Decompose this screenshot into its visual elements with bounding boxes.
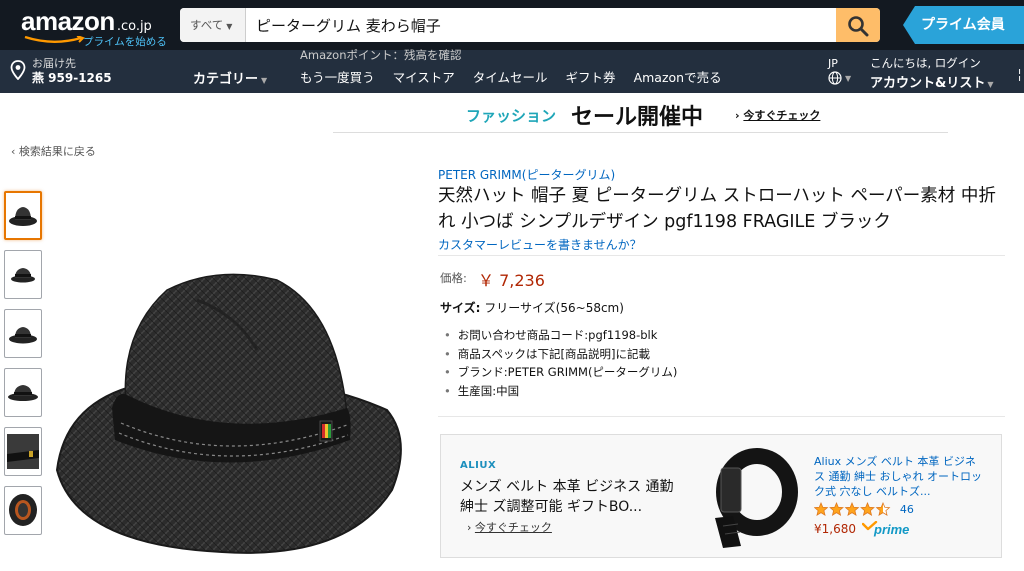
account-lists-label: アカウント&リスト bbox=[870, 76, 986, 91]
ad-brand-label: ALIUX bbox=[460, 460, 497, 471]
ad-check-link[interactable]: › 今すぐチェック bbox=[467, 519, 552, 535]
hat-thumbnail-image bbox=[9, 327, 37, 344]
fashion-sale-promo[interactable]: ファッション セール開催中 › 今すぐチェック bbox=[333, 96, 948, 133]
logo-tld: .co.jp bbox=[116, 19, 152, 34]
search-input[interactable] bbox=[246, 8, 836, 42]
size-info: サイズ: フリーサイズ(56~58cm) bbox=[440, 299, 624, 316]
search-button[interactable] bbox=[836, 8, 880, 42]
chevron-down-icon: ▼ bbox=[261, 76, 268, 85]
chevron-down-icon: ▼ bbox=[226, 22, 233, 31]
nav-overflow-icon[interactable]: ╎ bbox=[1016, 68, 1023, 82]
write-review-link[interactable]: カスタマーレビューを書きませんか？ bbox=[438, 236, 642, 253]
promo-fashion-label: ファッション bbox=[466, 107, 557, 125]
category-label: カテゴリー bbox=[193, 72, 259, 87]
promo-sale-label: セール開催中 bbox=[571, 105, 704, 130]
globe-icon bbox=[828, 71, 842, 85]
amazon-logo[interactable]: amazon .co.jp プライムを始める bbox=[21, 6, 167, 48]
language-selector[interactable]: JP ▼ bbox=[828, 57, 851, 85]
prime-start-link[interactable]: プライムを始める bbox=[83, 34, 167, 49]
star-rating-icon bbox=[814, 502, 891, 516]
chevron-down-icon: ▼ bbox=[845, 74, 852, 83]
promo-check-label: 今すぐチェック bbox=[743, 109, 821, 122]
nav-link-buy-again[interactable]: もう一度買う bbox=[300, 67, 375, 86]
sponsored-ad[interactable]: ALIUX メンズ ベルト 本革 ビジネス 通勤 紳士 ズ調整可能 ギフトBO.… bbox=[440, 434, 1002, 558]
nav-links: もう一度買う マイストア タイムセール ギフト券 Amazonで売る bbox=[300, 67, 740, 86]
chevron-right-icon: › bbox=[467, 521, 472, 534]
list-item: 商品スペックは下記[商品説明]に記載 bbox=[444, 345, 677, 364]
category-menu[interactable]: カテゴリー ▼ bbox=[193, 68, 267, 87]
thumbnail-2[interactable] bbox=[4, 250, 42, 299]
ad-rating[interactable]: 46 bbox=[814, 502, 914, 517]
language-label: JP bbox=[828, 57, 838, 70]
size-value: フリーサイズ(56~58cm) bbox=[484, 301, 624, 315]
prime-badge-label: prime bbox=[873, 522, 909, 537]
account-menu[interactable]: こんにちは, ログイン アカウント&リスト ▼ bbox=[870, 55, 994, 91]
belt-product-image[interactable] bbox=[713, 448, 798, 548]
list-item: 生産国:中国 bbox=[444, 382, 677, 401]
product-bullets: お問い合わせ商品コード:pgf1198-blk 商品スペックは下記[商品説明]に… bbox=[444, 326, 678, 401]
search-icon bbox=[848, 16, 869, 37]
nav-link-sell[interactable]: Amazonで売る bbox=[634, 67, 722, 86]
hat-thumbnail-image bbox=[8, 385, 38, 401]
search-category-select[interactable]: すべて ▼ bbox=[180, 8, 246, 42]
promo-check-link[interactable]: › 今すぐチェック bbox=[735, 107, 820, 123]
account-greeting: こんにちは, ログイン bbox=[870, 56, 981, 70]
ad-headline[interactable]: メンズ ベルト 本革 ビジネス 通勤 紳士 ズ調整可能 ギフトBO... bbox=[460, 477, 685, 517]
divider bbox=[438, 416, 1005, 417]
chevron-right-icon: › bbox=[735, 109, 740, 122]
chevron-down-icon: ▼ bbox=[987, 80, 994, 89]
ad-price: ¥1,680 prime bbox=[814, 521, 912, 537]
product-price: ￥ 7,236 bbox=[478, 271, 545, 290]
thumbnail-1[interactable] bbox=[4, 191, 42, 240]
search-category-label: すべて bbox=[190, 18, 224, 32]
thumbnail-6[interactable] bbox=[4, 486, 42, 535]
thumbnail-5[interactable] bbox=[4, 427, 42, 476]
chevron-left-icon: ‹ bbox=[11, 145, 16, 158]
hat-thumbnail-image bbox=[9, 207, 37, 226]
list-item: お問い合わせ商品コード:pgf1198-blk bbox=[444, 326, 677, 345]
back-to-results-link[interactable]: ‹ 検索結果に戻る bbox=[11, 143, 96, 159]
ad-price-value: ¥1,680 bbox=[814, 522, 856, 536]
nav-link-my-store[interactable]: マイストア bbox=[393, 67, 455, 86]
list-item: ブランド:PETER GRIMM(ピーターグリム) bbox=[444, 363, 678, 382]
hat-thumbnail-image bbox=[11, 268, 35, 283]
amazon-points-link[interactable]: Amazonポイント：残高を確認 bbox=[300, 47, 461, 63]
logo-wordmark: amazon bbox=[21, 6, 115, 36]
search-bar: すべて ▼ bbox=[180, 8, 880, 42]
ad-product-title-link[interactable]: Aliux メンズ ベルト 本革 ビジネス 通勤 紳士 おしゃれ オートロック式… bbox=[814, 454, 984, 499]
size-label: サイズ: bbox=[440, 301, 481, 315]
hat-detail-thumbnail-image bbox=[7, 434, 39, 469]
prime-member-banner[interactable]: プライム会員 bbox=[903, 6, 1024, 44]
top-nav: amazon.co.jp プライムを始める すべて▼ プライム会員 お届け先 燕… bbox=[0, 0, 1024, 93]
rating-count: 46 bbox=[899, 503, 914, 516]
location-pin-icon bbox=[10, 60, 26, 80]
ad-check-label: 今すぐチェック bbox=[474, 521, 552, 534]
prime-badge-icon: prime bbox=[861, 521, 909, 537]
deliver-address: 燕 959-1265 bbox=[32, 71, 112, 85]
divider bbox=[438, 255, 1005, 256]
product-main-image[interactable] bbox=[47, 240, 412, 570]
thumbnail-4[interactable] bbox=[4, 368, 42, 417]
brand-link[interactable]: PETER GRIMM(ピーターグリム) bbox=[438, 166, 615, 183]
back-label: 検索結果に戻る bbox=[18, 145, 96, 158]
nav-link-time-sale[interactable]: タイムセール bbox=[473, 67, 548, 86]
product-title: 天然ハット 帽子 夏 ピーターグリム ストローハット ペーパー素材 中折れ 小つ… bbox=[438, 186, 996, 232]
thumbnail-3[interactable] bbox=[4, 309, 42, 358]
price-label: 価格: bbox=[440, 271, 467, 285]
hat-inside-thumbnail-image bbox=[9, 494, 37, 526]
nav-link-gift-card[interactable]: ギフト券 bbox=[566, 67, 616, 86]
